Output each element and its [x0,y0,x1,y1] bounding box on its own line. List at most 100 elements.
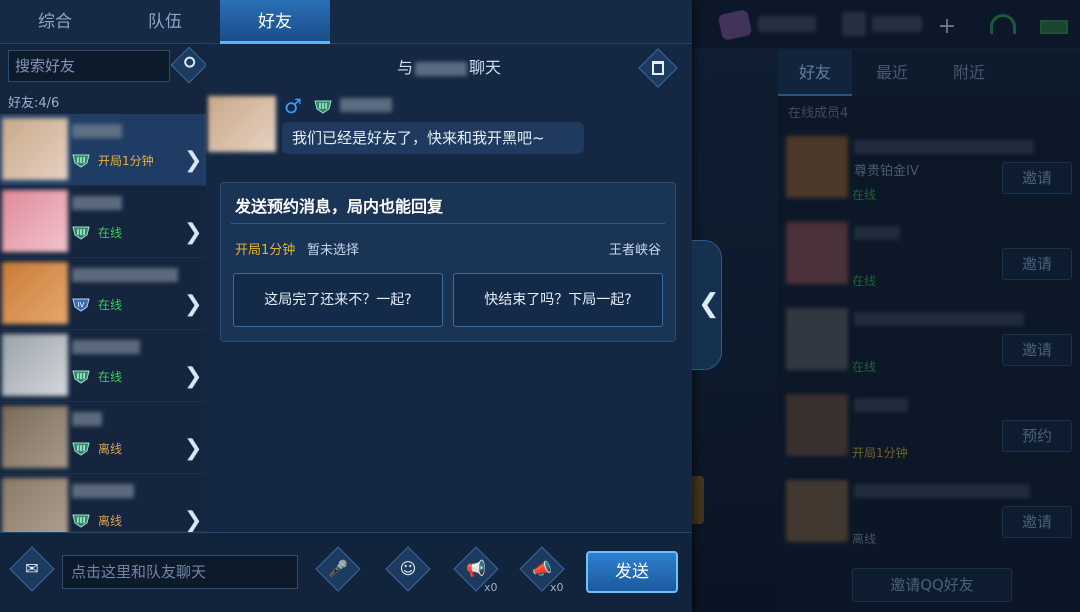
voice-text-toggle[interactable]: ✉ [9,546,55,592]
tab-team[interactable]: 队伍 [110,0,220,44]
avatar [786,394,848,456]
friend-name [72,196,122,210]
side-tab-recent[interactable]: 最近 [852,50,932,96]
emoji-button[interactable]: ☺ [385,546,431,592]
microphone-button[interactable]: 🎤 [315,546,361,592]
tab-general[interactable]: 综合 [0,0,110,44]
rank-icon [72,514,90,528]
reservation-selection: 暂未选择 [307,243,360,258]
friends-side-panel: 好友 最近 附近 在线成员4 尊贵铂金IV 在线 邀请 在线 邀请 在线 邀请 [778,50,1080,612]
friend-count: 好友:4/6 [8,96,60,111]
chat-panel: 与 聊天 ♂ 我们已经是好友了，快来和我开黑吧~ 发送预约消息，局内也能回复 开局… [206,44,692,532]
friend-status: 离线 [98,514,123,528]
quick-reply-button[interactable]: 这局完了还来不？一起? [233,273,443,327]
svg-text:IV: IV [78,301,85,309]
invite-button[interactable]: 邀请 [1002,162,1072,194]
side-friend-name [854,398,908,412]
friend-list-item[interactable]: 在线 ❯ [0,330,206,402]
rank-icon [72,370,90,384]
friend-status: 在线 [98,298,123,312]
friend-list-item[interactable]: 离线 ❯ [0,474,206,540]
invite-qq-friends-button[interactable]: 邀请QQ好友 [852,568,1012,602]
chevron-right-icon[interactable]: ❯ [184,436,202,461]
loudspeaker-count: x0 [550,581,564,594]
chat-title-suffix: 聊天 [469,58,502,77]
side-friend-status: 离线 [852,532,877,546]
friend-name [72,268,178,282]
side-friend-row: 离线 邀请 [778,474,1080,558]
avatar [2,478,68,540]
avatar [2,334,68,396]
chat-title-prefix: 与 [396,58,413,77]
invite-button[interactable]: 邀请 [1002,334,1072,366]
microphone-icon: 🎤 [328,559,348,578]
avatar [2,406,68,468]
currency-amount [758,16,816,32]
chat-input-bar: ✉ 点击这里和队友聊天 🎤 ☺ 📢 x0 📣 x0 发送 [0,532,692,612]
chevron-right-icon[interactable]: ❯ [184,364,202,389]
rank-icon [72,442,90,456]
voice-text-icon: ✉ [25,559,39,578]
side-friend-name [854,484,1030,498]
coupon-amount [872,16,922,32]
message-sender-name [340,98,392,112]
side-friend-name [854,226,900,240]
friend-list-panel: 搜索好友 好友:4/6 开局1分钟 ❯ 在线 ❯ IV 在线 ❯ 在线 ❯ 离线… [0,44,208,540]
side-panel-tabs: 好友 最近 附近 [778,50,1080,96]
coupon-icon [842,12,866,36]
divider [231,223,665,224]
lobby-edge-decoration [692,476,704,524]
reserve-button[interactable]: 预约 [1002,420,1072,452]
game-mode: 王者峡谷 [608,243,661,258]
friend-name [72,124,122,138]
side-friend-status: 在线 [852,360,877,374]
emoji-icon: ☺ [399,559,417,578]
side-friend-row: 开局1分钟 预约 [778,388,1080,472]
rank-icon [314,100,332,114]
avatar [786,308,848,370]
friend-list-item[interactable]: 开局1分钟 ❯ [0,114,206,186]
send-button[interactable]: 发送 [586,551,678,593]
friend-list-item[interactable]: 在线 ❯ [0,186,206,258]
side-friend-row: 尊贵铂金IV 在线 邀请 [778,130,1080,214]
side-friend-row: 在线 邀请 [778,302,1080,386]
chevron-right-icon[interactable]: ❯ [184,148,202,173]
horn-count: x0 [484,581,498,594]
side-friend-status: 在线 [852,188,877,202]
chevron-right-icon[interactable]: ❯ [184,508,202,533]
friend-name [72,340,140,354]
invite-button[interactable]: 邀请 [1002,248,1072,280]
side-tab-nearby[interactable]: 附近 [932,50,1006,96]
plus-icon: + [937,14,957,39]
chat-input[interactable]: 点击这里和队友聊天 [62,555,298,589]
collapse-panel-handle[interactable]: ❮ [692,240,722,370]
quick-reply-button[interactable]: 快结束了吗？下局一起? [453,273,663,327]
friend-list-item[interactable]: 离线 ❯ [0,402,206,474]
side-tab-friends[interactable]: 好友 [778,50,852,96]
tab-friends[interactable]: 好友 [220,0,330,44]
avatar [786,222,848,284]
reservation-title: 发送预约消息，局内也能回复 [235,197,444,216]
avatar [208,96,276,152]
side-friend-rank: 尊贵铂金IV [854,164,919,179]
side-friend-row: 在线 邀请 [778,216,1080,300]
rank-icon [72,226,90,240]
search-input[interactable]: 搜索好友 [8,50,170,82]
rank-icon [72,154,90,168]
friend-status: 离线 [98,442,123,456]
side-friend-status: 在线 [852,274,877,288]
side-friend-name [854,140,1034,154]
invite-button[interactable]: 邀请 [1002,506,1072,538]
chat-title: 与 聊天 [206,54,692,78]
reservation-time: 开局1分钟 [235,243,296,258]
chevron-right-icon[interactable]: ❯ [184,220,202,245]
chevron-right-icon[interactable]: ❯ [184,292,202,317]
chevron-left-icon: ❮ [698,289,720,319]
horn-icon: 📢 [466,559,486,578]
battery-icon [1040,20,1068,34]
rank-icon: IV [72,298,90,312]
friend-status: 开局1分钟 [98,154,154,168]
reservation-card: 发送预约消息，局内也能回复 开局1分钟 暂未选择 王者峡谷 这局完了还来不？一起… [220,182,676,342]
search-icon[interactable] [170,46,208,84]
friend-list-item[interactable]: IV 在线 ❯ [0,258,206,330]
